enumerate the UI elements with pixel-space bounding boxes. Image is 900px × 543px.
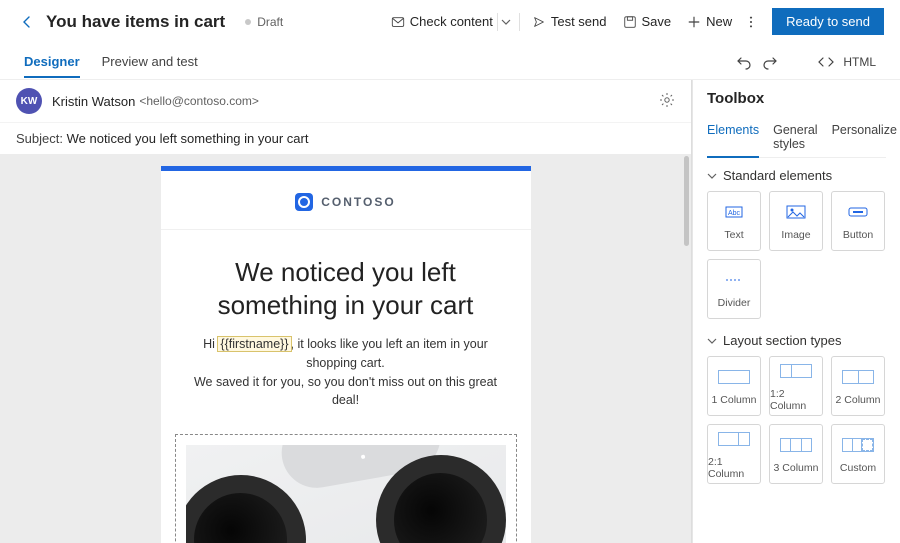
canvas-column: KW Kristin Watson <hello@contoso.com> Su…: [0, 80, 691, 543]
section-layout-label: Layout section types: [723, 333, 842, 348]
from-name: Kristin Watson: [52, 94, 135, 109]
text-icon: Abc: [723, 201, 745, 223]
tile-image[interactable]: Image: [769, 191, 823, 251]
from-email: <hello@contoso.com>: [139, 94, 259, 108]
tile-l3: 2:1 Column: [708, 456, 760, 480]
tile-divider[interactable]: Divider: [707, 259, 761, 319]
toolbox-tab-elements[interactable]: Elements: [707, 117, 759, 157]
tile-button[interactable]: Button: [831, 191, 885, 251]
tile-text[interactable]: Abc Text: [707, 191, 761, 251]
chevron-down-icon: [707, 171, 717, 181]
save-label: Save: [642, 14, 672, 29]
ready-label: Ready to send: [786, 14, 870, 29]
button-icon: [847, 201, 869, 223]
tile-image-label: Image: [781, 229, 810, 241]
tile-l4: 3 Column: [774, 462, 819, 474]
view-tabs: Designer Preview and test HTML: [0, 44, 900, 80]
divider: [519, 13, 520, 31]
greeting-suffix: , it looks like you left an item in your…: [291, 337, 488, 370]
section-layout-types[interactable]: Layout section types: [707, 333, 886, 348]
undo-button[interactable]: [731, 49, 757, 75]
tile-3-column[interactable]: 3 Column: [769, 424, 823, 484]
tab-designer[interactable]: Designer: [24, 46, 80, 77]
html-view-button[interactable]: [813, 49, 839, 75]
email-canvas[interactable]: CONTOSO We noticed you left something in…: [0, 154, 691, 543]
toolbox-panel: Toolbox Elements General styles Personal…: [692, 80, 900, 543]
tile-l0: 1 Column: [712, 394, 757, 406]
avatar: KW: [16, 88, 42, 114]
tile-1-column[interactable]: 1 Column: [707, 356, 761, 416]
section-standard-elements[interactable]: Standard elements: [707, 168, 886, 183]
col2-icon: [842, 366, 874, 388]
email-paragraph: Hi {{firstname}}, it looks like you left…: [185, 335, 507, 410]
scrollbar-thumb[interactable]: [684, 156, 689, 246]
redo-button[interactable]: [757, 49, 783, 75]
subject-value: We noticed you left something in your ca…: [67, 131, 309, 146]
subject-label: Subject:: [16, 131, 63, 146]
back-button[interactable]: [16, 11, 38, 33]
greeting-prefix: Hi: [203, 337, 218, 351]
tile-21-column[interactable]: 2:1 Column: [707, 424, 761, 484]
tile-button-label: Button: [843, 229, 873, 241]
col1-icon: [718, 366, 750, 388]
check-content-label: Check content: [410, 14, 493, 29]
image-block-selected[interactable]: [175, 434, 517, 543]
image-icon: [785, 201, 807, 223]
title-bar: You have items in cart Draft Check conte…: [0, 0, 900, 44]
toolbox-tab-general[interactable]: General styles: [773, 117, 817, 157]
tile-divider-label: Divider: [718, 297, 751, 309]
email-body: We noticed you left something in your ca…: [161, 230, 531, 426]
tile-l2: 2 Column: [836, 394, 881, 406]
svg-text:Abc: Abc: [728, 210, 741, 217]
product-image: [186, 445, 506, 543]
email-headline: We noticed you left something in your ca…: [185, 256, 507, 321]
check-content-dropdown[interactable]: [497, 13, 515, 31]
tile-2-column[interactable]: 2 Column: [831, 356, 885, 416]
email-line2: We saved it for you, so you don't miss o…: [194, 375, 497, 408]
standard-tiles: Abc Text Image Button Divider: [707, 191, 886, 319]
brand-name: CONTOSO: [321, 195, 395, 209]
check-content-button[interactable]: Check content: [383, 9, 501, 34]
tile-l1: 1:2 Column: [770, 388, 822, 412]
more-button[interactable]: [740, 10, 762, 34]
test-send-button[interactable]: Test send: [524, 9, 615, 34]
toolbox-tabs: Elements General styles Personalize: [707, 117, 886, 158]
page-title: You have items in cart: [46, 12, 225, 32]
from-row: KW Kristin Watson <hello@contoso.com>: [0, 80, 691, 122]
tile-text-label: Text: [724, 229, 743, 241]
save-button[interactable]: Save: [615, 9, 680, 34]
tile-12-column[interactable]: 1:2 Column: [769, 356, 823, 416]
col3-icon: [780, 434, 812, 456]
ready-to-send-button[interactable]: Ready to send: [772, 8, 884, 35]
tile-l5: Custom: [840, 462, 876, 474]
col12-icon: [780, 360, 812, 382]
email-preview[interactable]: CONTOSO We noticed you left something in…: [161, 166, 531, 543]
new-button[interactable]: New: [679, 9, 740, 34]
col21-icon: [718, 428, 750, 450]
brand-block: CONTOSO: [161, 171, 531, 230]
tile-custom-column[interactable]: Custom: [831, 424, 885, 484]
subject-row: Subject: We noticed you left something i…: [0, 122, 691, 154]
earbud-graphic: [186, 475, 306, 543]
toolbox-title: Toolbox: [707, 90, 886, 107]
html-label: HTML: [843, 55, 876, 69]
tab-preview[interactable]: Preview and test: [102, 46, 198, 77]
chevron-down-icon: [707, 336, 717, 346]
status-text: Draft: [257, 15, 283, 29]
workspace: KW Kristin Watson <hello@contoso.com> Su…: [0, 80, 900, 543]
colcustom-icon: [842, 434, 874, 456]
divider-icon: [723, 269, 745, 291]
section-standard-label: Standard elements: [723, 168, 832, 183]
brand-logo-icon: [295, 193, 313, 211]
from-settings-button[interactable]: [659, 92, 675, 111]
test-send-label: Test send: [551, 14, 607, 29]
new-label: New: [706, 14, 732, 29]
status-dot: [245, 19, 251, 25]
personalization-token[interactable]: {{firstname}}: [218, 337, 290, 351]
toolbox-tab-personalize[interactable]: Personalize: [832, 117, 897, 157]
layout-tiles: 1 Column 1:2 Column 2 Column 2:1 Column …: [707, 356, 886, 484]
